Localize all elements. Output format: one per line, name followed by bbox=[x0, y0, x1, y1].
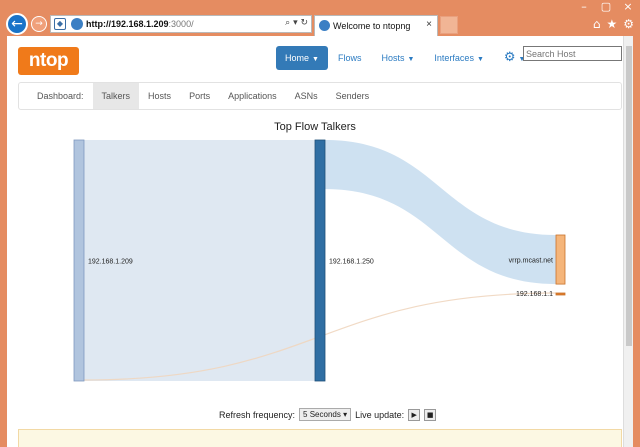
browser-window: – ▢ × ← → ◆ http://192.168.1.209:3000/ ⌕… bbox=[0, 0, 640, 447]
address-bar[interactable]: ◆ http://192.168.1.209:3000/ ⌕ ▾ ↻ bbox=[50, 15, 312, 33]
tools-gear-icon[interactable]: ⚙ bbox=[623, 17, 634, 31]
forward-arrow-icon: → bbox=[35, 19, 43, 29]
browser-nav-row: ← → ◆ http://192.168.1.209:3000/ ⌕ ▾ ↻ W… bbox=[0, 12, 640, 36]
browser-toolbar-icons: ⌂ ★ ⚙ bbox=[593, 17, 634, 31]
back-arrow-icon: ← bbox=[11, 16, 23, 32]
vertical-scrollbar[interactable] bbox=[623, 36, 633, 447]
page-favicon-icon bbox=[71, 18, 83, 30]
sankey-chart: 192.168.1.209 192.168.1.250 vrrp.mcast.net… bbox=[73, 139, 566, 382]
page-viewport: ntop Home▼ Flows Hosts▼ Interfaces▼ ⚙▼ D… bbox=[7, 36, 633, 447]
source-node-label: 192.168.1.209 bbox=[88, 259, 133, 266]
forward-button[interactable]: → bbox=[31, 16, 47, 32]
tab-title: Welcome to ntopng bbox=[333, 21, 411, 31]
address-tools[interactable]: ⌕ ▾ ↻ bbox=[285, 18, 308, 28]
url-host: http://192.168.1.209 bbox=[86, 19, 169, 29]
middle-node-bar bbox=[314, 139, 326, 382]
refresh-frequency-value: 5 Seconds bbox=[303, 410, 341, 419]
gateway-node-label: 192.168.1.1 bbox=[516, 291, 553, 298]
compat-view-icon[interactable]: ◆ bbox=[54, 18, 66, 30]
gateway-node-bar bbox=[555, 292, 566, 296]
live-update-label: Live update: bbox=[355, 409, 405, 420]
home-icon[interactable]: ⌂ bbox=[593, 17, 601, 31]
favorites-star-icon[interactable]: ★ bbox=[606, 17, 617, 31]
url-path: :3000/ bbox=[168, 19, 194, 29]
back-button[interactable]: ← bbox=[6, 13, 28, 35]
warning-bar bbox=[18, 429, 622, 447]
new-tab-button[interactable] bbox=[440, 16, 458, 34]
scrollbar-thumb[interactable] bbox=[626, 46, 632, 346]
url-text[interactable]: http://192.168.1.209:3000/ bbox=[86, 19, 194, 29]
vrrp-node-label: vrrp.mcast.net bbox=[509, 258, 553, 265]
play-button[interactable]: ▶ bbox=[408, 408, 421, 421]
vrrp-node-bar bbox=[555, 234, 566, 285]
tab-welcome[interactable]: Welcome to ntopng × bbox=[314, 15, 438, 36]
chevron-down-icon: ▾ bbox=[343, 410, 348, 419]
source-node-bar bbox=[73, 139, 85, 382]
tab-favicon-icon bbox=[319, 20, 330, 31]
refresh-controls: Refresh frequency: 5 Seconds ▾ Live upda… bbox=[219, 408, 437, 421]
refresh-label: Refresh frequency: bbox=[219, 409, 296, 420]
middle-node-label: 192.168.1.250 bbox=[329, 259, 374, 266]
stop-button[interactable]: ■ bbox=[424, 408, 437, 421]
tab-close-icon[interactable]: × bbox=[426, 19, 432, 30]
refresh-frequency-select[interactable]: 5 Seconds ▾ bbox=[299, 408, 352, 421]
